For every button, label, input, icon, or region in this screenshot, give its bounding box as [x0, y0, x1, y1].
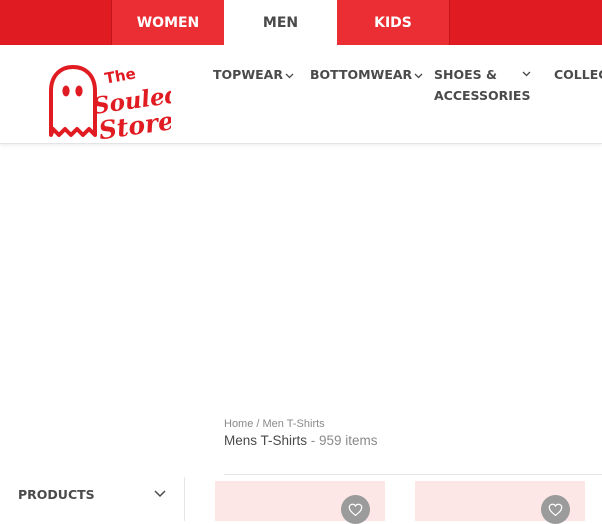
brand-logo[interactable]: The Souled Store [49, 61, 182, 145]
nav-shoes-accessories[interactable]: SHOES & ACCESSORIES [434, 64, 530, 106]
divider [224, 474, 602, 475]
product-card[interactable] [215, 481, 385, 524]
filter-products-label: PRODUCTS [18, 487, 95, 502]
page-title: Mens T-Shirts - 959 items [224, 433, 378, 448]
nav-shoes-label-line2: ACCESSORIES [434, 88, 531, 103]
chevron-down-icon [414, 73, 423, 78]
chevron-down-icon [285, 73, 294, 78]
nav-bottomwear[interactable]: BOTTOMWEAR [310, 64, 423, 85]
nav-topwear-label: TOPWEAR [213, 67, 283, 82]
svg-text:The: The [103, 64, 137, 87]
breadcrumb-current[interactable]: Men T-Shirts [263, 418, 325, 430]
heart-icon [548, 503, 563, 516]
nav-topwear[interactable]: TOPWEAR [213, 64, 294, 85]
nav-collections-label: COLLEC [554, 67, 602, 82]
nav-bottomwear-label: BOTTOMWEAR [310, 67, 413, 82]
tab-kids[interactable]: KIDS [337, 0, 450, 45]
wishlist-button[interactable] [341, 495, 370, 524]
item-count: - 959 items [307, 433, 378, 448]
tab-men[interactable]: MEN [224, 0, 337, 45]
product-card[interactable] [415, 481, 585, 524]
chevron-down-icon[interactable] [522, 71, 531, 77]
nav-shoes-label-line1: SHOES & [434, 67, 497, 82]
breadcrumb-separator: / [253, 418, 263, 430]
nav-collections[interactable]: COLLEC [554, 64, 602, 85]
filter-products[interactable]: PRODUCTS [18, 486, 166, 504]
listing-title: Mens T-Shirts [224, 433, 308, 448]
tab-women[interactable]: WOMEN [111, 0, 224, 45]
chevron-down-icon [154, 490, 166, 498]
wishlist-button[interactable] [541, 495, 570, 524]
heart-icon [348, 503, 363, 516]
gender-bar: WOMEN MEN KIDS [0, 0, 602, 45]
main-header: The Souled Store TOPWEAR BOTTOMWEAR SHOE… [0, 45, 602, 145]
sidebar-divider [184, 477, 185, 521]
breadcrumb: Home / Men T-Shirts [224, 418, 325, 430]
breadcrumb-home[interactable]: Home [224, 418, 253, 430]
